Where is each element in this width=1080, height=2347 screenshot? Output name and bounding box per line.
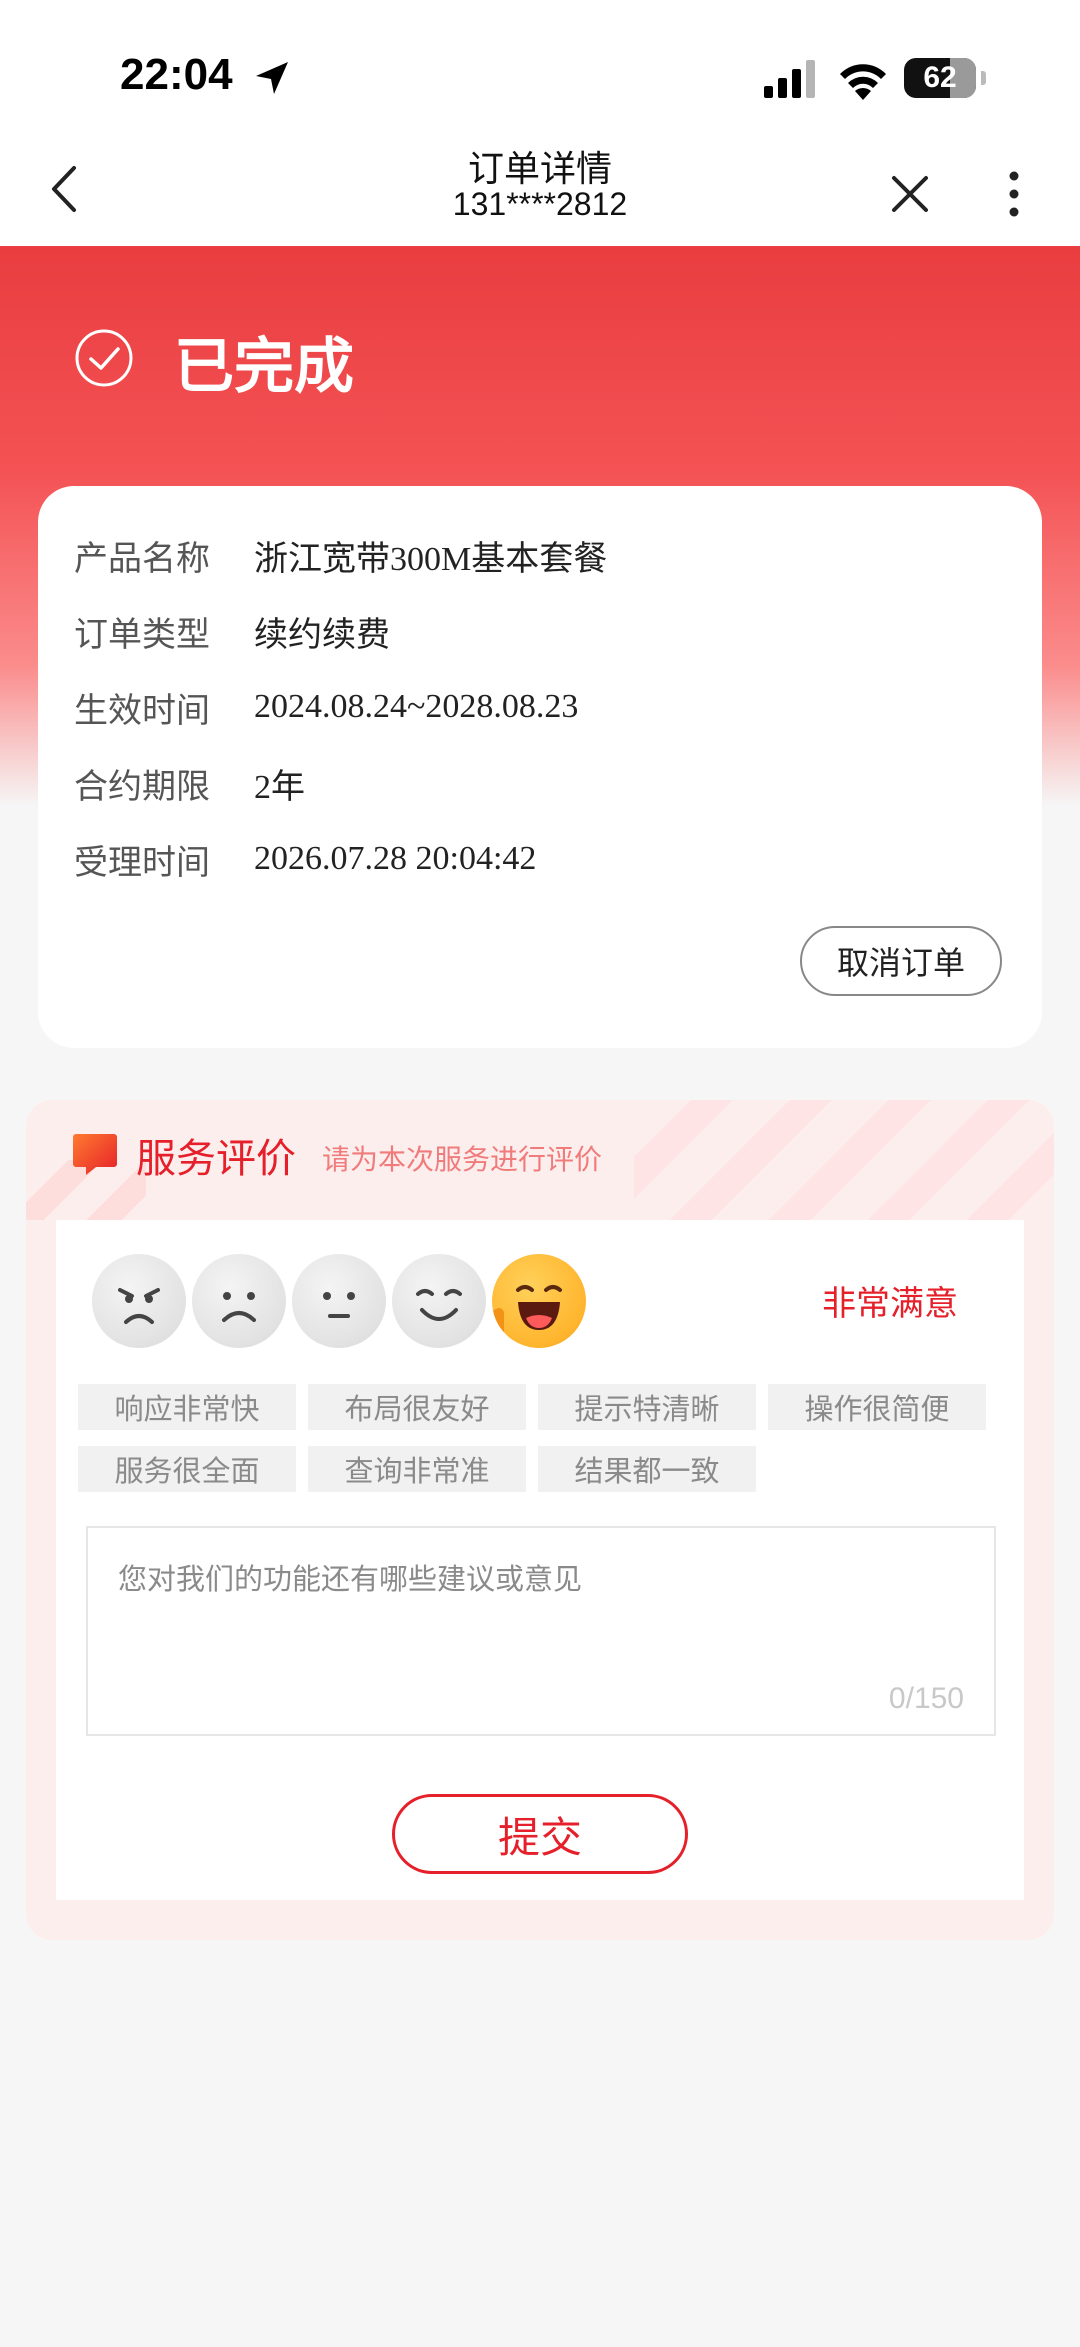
info-row-type: 订单类型 续约续费 <box>74 606 390 656</box>
order-status: 已完成 <box>174 332 354 402</box>
neutral-face-icon[interactable] <box>292 1254 386 1348</box>
info-row-effective-time: 生效时间 2024.08.24~2028.08.23 <box>74 682 578 732</box>
info-row-contract-term: 合约期限 2年 <box>74 758 305 808</box>
location-arrow-icon <box>256 62 288 94</box>
angry-face-icon[interactable] <box>92 1254 186 1348</box>
info-value: 续约续费 <box>254 616 390 654</box>
feedback-input[interactable] <box>86 1526 996 1736</box>
info-value: 2026.07.28 20:04:42 <box>254 840 537 877</box>
status-bar: 22:04 62 <box>0 0 1080 140</box>
decorative-stripes <box>634 1100 1054 1220</box>
close-icon[interactable] <box>888 172 932 216</box>
battery-level: 62 <box>923 61 957 94</box>
smile-face-icon[interactable] <box>392 1254 486 1348</box>
info-row-product: 产品名称 浙江宽带300M基本套餐 <box>74 530 607 580</box>
status-time: 22:04 <box>120 50 233 99</box>
review-tag[interactable]: 结果都一致 <box>538 1446 756 1492</box>
battery-icon: 62 <box>904 58 986 98</box>
review-title: 服务评价 <box>136 1136 296 1182</box>
sad-face-icon[interactable] <box>192 1254 286 1348</box>
laughing-face-icon[interactable] <box>492 1254 586 1348</box>
info-value: 2年 <box>254 768 305 806</box>
review-tag[interactable]: 提示特清晰 <box>538 1384 756 1430</box>
signal-icon <box>764 60 815 98</box>
chat-bubble-icon <box>73 1134 117 1175</box>
wifi-icon <box>840 64 886 100</box>
info-label: 生效时间 <box>74 690 210 731</box>
info-label: 订单类型 <box>74 614 210 655</box>
cancel-order-button[interactable]: 取消订单 <box>800 926 1002 996</box>
review-tag[interactable]: 服务很全面 <box>78 1446 296 1492</box>
review-tag[interactable]: 布局很友好 <box>308 1384 526 1430</box>
char-counter: 0/150 <box>888 1682 964 1715</box>
review-tag[interactable]: 操作很简便 <box>768 1384 986 1430</box>
info-label: 受理时间 <box>74 842 210 883</box>
info-value: 2024.08.24~2028.08.23 <box>254 688 579 725</box>
info-row-accept-time: 受理时间 2026.07.28 20:04:42 <box>74 834 536 884</box>
submit-button[interactable]: 提交 <box>392 1794 688 1874</box>
review-subtitle: 请为本次服务进行评价 <box>322 1143 603 1176</box>
order-info-card: 产品名称 浙江宽带300M基本套餐 订单类型 续约续费 生效时间 2024.08… <box>38 486 1042 1048</box>
review-tag[interactable]: 响应非常快 <box>78 1384 296 1430</box>
more-icon[interactable] <box>1000 168 1028 220</box>
review-tag[interactable]: 查询非常准 <box>308 1446 526 1492</box>
review-panel: 非常满意 响应非常快 布局很友好 提示特清晰 操作很简便 服务很全面 查询非常准… <box>56 1220 1024 1900</box>
rating-label: 非常满意 <box>822 1284 958 1324</box>
nav-bar: 订单详情 131****2812 <box>0 140 1080 246</box>
service-review-card: 服务评价 请为本次服务进行评价 非常满意 响应非常快 布局很友好 提示特清晰 操… <box>26 1100 1054 1940</box>
check-circle-icon <box>75 329 133 387</box>
info-label: 产品名称 <box>74 538 210 579</box>
info-label: 合约期限 <box>74 766 210 807</box>
info-value: 浙江宽带300M基本套餐 <box>254 540 608 578</box>
